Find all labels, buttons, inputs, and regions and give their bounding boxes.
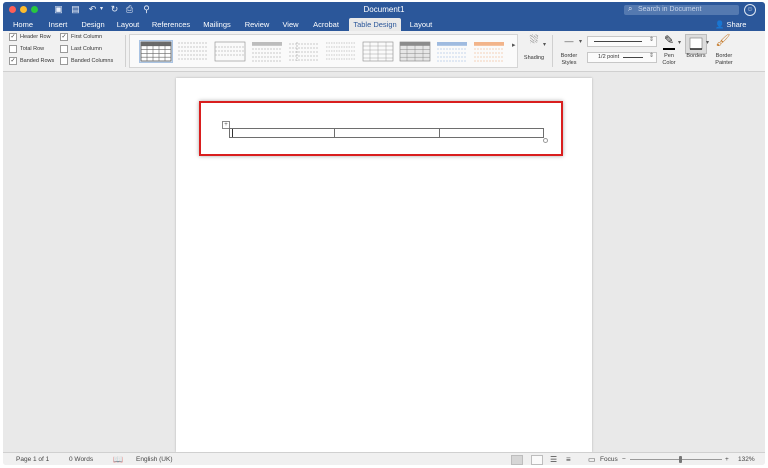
total-row-checkbox[interactable]: Total Row	[9, 44, 44, 54]
table-style-plain-4[interactable]	[288, 41, 320, 62]
zoom-in-button[interactable]: +	[725, 453, 729, 465]
pen-color-icon[interactable]: ✎	[661, 33, 677, 47]
borders-button[interactable]	[685, 34, 707, 54]
first-column-label: First Column	[71, 34, 103, 40]
shading-dropdown-icon[interactable]: ▾	[543, 41, 546, 48]
page-count[interactable]: Page 1 of 1	[16, 453, 49, 465]
search-input[interactable]: ⌕ Search in Document	[624, 4, 739, 15]
print-layout-view-button[interactable]	[511, 455, 523, 465]
unchecked-box-icon	[60, 56, 68, 65]
pen-color-dropdown-icon[interactable]: ▾	[678, 39, 681, 46]
unchecked-box-icon	[60, 44, 68, 53]
share-person-icon: 👤	[715, 20, 725, 29]
search-icon: ⌕	[628, 4, 633, 13]
gallery-expand-arrow-icon[interactable]: ▸	[512, 41, 516, 49]
table-style-orange-accent[interactable]	[473, 41, 505, 62]
line-style-dropdown[interactable]: ⇕	[587, 36, 657, 47]
tab-acrobat[interactable]: Acrobat	[308, 18, 344, 31]
border-styles-label: Border Styles	[560, 53, 578, 66]
tab-table-layout[interactable]: Layout	[405, 18, 437, 31]
proofing-book-icon[interactable]: 📖	[113, 453, 123, 465]
zoom-out-button[interactable]: −	[622, 453, 626, 465]
status-bar: Page 1 of 1 0 Words 📖 English (UK) ☰ ≡ ▭…	[3, 452, 765, 465]
borders-dropdown-icon[interactable]: ▾	[706, 39, 709, 46]
tab-design[interactable]: Design	[78, 18, 108, 31]
line-weight-arrow-icon: ⇕	[648, 53, 654, 59]
share-button[interactable]: 👤 Share	[715, 18, 746, 31]
banded-columns-label: Banded Columns	[71, 58, 114, 64]
language-indicator[interactable]: English (UK)	[136, 453, 172, 465]
tab-references[interactable]: References	[148, 18, 194, 31]
focus-icon[interactable]: ▭	[588, 453, 596, 465]
border-styles-line-icon[interactable]: —	[558, 36, 580, 46]
tab-layout[interactable]: Layout	[113, 18, 143, 31]
web-layout-view-button[interactable]	[531, 455, 543, 465]
border-painter-brush-icon[interactable]: 🖌	[715, 33, 731, 47]
feedback-smiley-icon[interactable]: ☺	[744, 4, 756, 16]
title-bar: ▣ ▤ ↶ ▾ ↻ ⎙ ⚲ Document1 ⌕ Search in Docu…	[3, 2, 765, 18]
ribbon-divider	[125, 35, 126, 67]
tab-mailings[interactable]: Mailings	[199, 18, 235, 31]
tab-review[interactable]: Review	[241, 18, 273, 31]
line-weight-value: 1/2 point	[598, 54, 620, 60]
ribbon-table-design: ✓ Header Row Total Row ✓ Banded Rows ✓ Firs…	[3, 31, 765, 72]
table-style-plain-5[interactable]	[325, 41, 357, 62]
borders-grid-icon	[689, 37, 703, 50]
table-style-plain-1[interactable]	[177, 41, 209, 62]
total-row-label: Total Row	[20, 46, 45, 52]
tab-insert[interactable]: Insert	[43, 18, 73, 31]
focus-label[interactable]: Focus	[600, 453, 618, 465]
border-painter-label: Border Painter	[715, 53, 733, 66]
border-styles-dropdown-icon[interactable]: ▾	[579, 38, 582, 45]
word-window: ▣ ▤ ↶ ▾ ↻ ⎙ ⚲ Document1 ⌕ Search in Docu…	[3, 2, 765, 465]
banded-rows-checkbox[interactable]: ✓ Banded Rows	[9, 56, 54, 66]
checkmark-icon: ✓	[60, 32, 68, 41]
tab-view[interactable]: View	[278, 18, 303, 31]
line-weight-sample	[623, 57, 643, 58]
ribbon-divider	[552, 35, 553, 67]
zoom-slider[interactable]	[630, 459, 722, 460]
pen-color-label: Pen Color	[662, 53, 676, 66]
table-style-grid-light[interactable]	[362, 41, 394, 62]
shading-bucket-icon[interactable]: ⛆	[524, 34, 544, 47]
share-label: Share	[726, 20, 747, 29]
first-column-checkbox[interactable]: ✓ First Column	[60, 32, 102, 42]
header-row-checkbox[interactable]: ✓ Header Row	[9, 32, 51, 42]
line-style-arrow-icon: ⇕	[648, 37, 654, 43]
line-style-sample	[594, 41, 642, 42]
table-style-blue-accent[interactable]	[436, 41, 468, 62]
outline-view-icon[interactable]: ☰	[550, 453, 557, 465]
borders-label: Borders	[686, 53, 706, 59]
unchecked-box-icon	[9, 44, 17, 53]
last-column-label: Last Column	[71, 46, 102, 52]
checkmark-icon: ✓	[9, 32, 17, 41]
shading-label: Shading	[523, 55, 545, 61]
banded-rows-label: Banded Rows	[20, 58, 55, 64]
table-style-plain-3[interactable]	[251, 41, 283, 62]
draft-view-icon[interactable]: ≡	[566, 453, 571, 465]
banded-columns-checkbox[interactable]: Banded Columns	[60, 56, 113, 66]
table-styles-gallery	[129, 34, 518, 68]
table-style-grid-shaded[interactable]	[399, 41, 431, 62]
line-weight-dropdown[interactable]: 1/2 point ⇕	[587, 52, 657, 63]
tab-table-design[interactable]: Table Design	[349, 18, 401, 31]
zoom-level[interactable]: 132%	[738, 453, 755, 465]
pen-color-swatch	[663, 48, 675, 50]
checkmark-icon: ✓	[9, 56, 17, 65]
zoom-slider-thumb[interactable]	[679, 456, 682, 463]
search-placeholder: Search in Document	[638, 6, 702, 13]
tab-home[interactable]: Home	[9, 18, 37, 31]
header-row-label: Header Row	[20, 34, 51, 40]
table-style-plain-2[interactable]	[214, 41, 246, 62]
table-style-grid-dark[interactable]	[139, 40, 173, 63]
word-count[interactable]: 0 Words	[69, 453, 93, 465]
ribbon-tabs: Home Insert Design Layout References Mai…	[3, 18, 765, 31]
highlight-annotation-box	[199, 101, 563, 156]
last-column-checkbox[interactable]: Last Column	[60, 44, 102, 54]
